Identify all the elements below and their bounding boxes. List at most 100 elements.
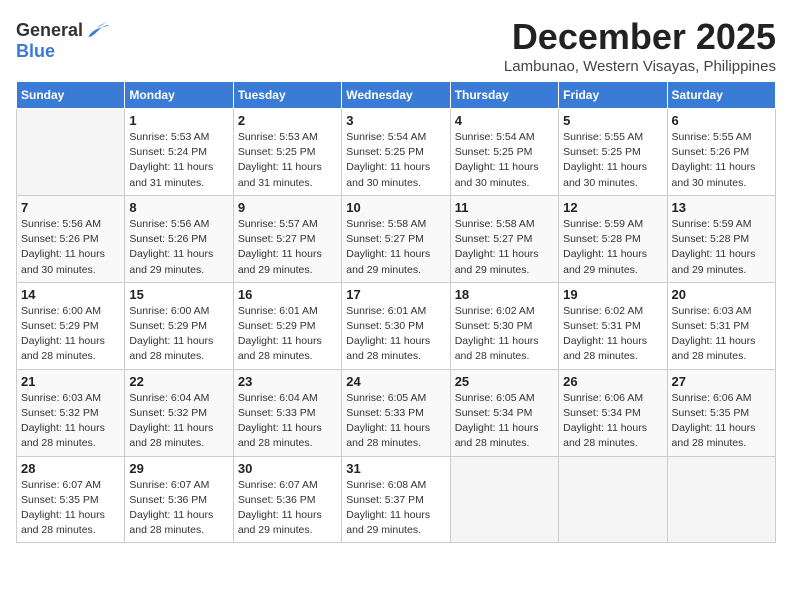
day-cell: 16 Sunrise: 6:01 AM Sunset: 5:29 PM Dayli… [233,282,341,369]
day-cell: 14 Sunrise: 6:00 AM Sunset: 5:29 PM Dayli… [17,282,125,369]
day-number: 10 [346,200,445,215]
day-cell: 27 Sunrise: 6:06 AM Sunset: 5:35 PM Dayli… [667,369,775,456]
day-number: 30 [238,461,337,476]
day-info: Sunrise: 5:59 AM Sunset: 5:28 PM Dayligh… [672,217,771,278]
day-info: Sunrise: 6:07 AM Sunset: 5:36 PM Dayligh… [129,478,228,539]
day-cell: 6 Sunrise: 5:55 AM Sunset: 5:26 PM Daylig… [667,109,775,196]
day-cell: 31Sunrise: 6:08 AM Sunset: 5:37 PM Dayli… [342,456,450,543]
day-number: 25 [455,374,554,389]
day-cell: 19Sunrise: 6:02 AM Sunset: 5:31 PM Dayli… [559,282,667,369]
day-info: Sunrise: 6:04 AM Sunset: 5:33 PM Dayligh… [238,391,337,452]
logo-blue-text: Blue [16,41,55,62]
day-cell [17,109,125,196]
day-number: 4 [455,113,554,128]
day-cell: 22 Sunrise: 6:04 AM Sunset: 5:32 PM Dayli… [125,369,233,456]
calendar-header: SundayMondayTuesdayWednesdayThursdayFrid… [17,82,776,109]
day-cell [559,456,667,543]
day-cell: 3 Sunrise: 5:54 AM Sunset: 5:25 PM Daylig… [342,109,450,196]
day-number: 17 [346,287,445,302]
day-cell: 5 Sunrise: 5:55 AM Sunset: 5:25 PM Daylig… [559,109,667,196]
week-row-5: 28Sunrise: 6:07 AM Sunset: 5:35 PM Dayli… [17,456,776,543]
day-info: Sunrise: 6:01 AM Sunset: 5:29 PM Dayligh… [238,304,337,365]
day-number: 24 [346,374,445,389]
day-cell: 17 Sunrise: 6:01 AM Sunset: 5:30 PM Dayli… [342,282,450,369]
day-info: Sunrise: 6:05 AM Sunset: 5:33 PM Dayligh… [346,391,445,452]
day-number: 23 [238,374,337,389]
day-number: 8 [129,200,228,215]
day-info: Sunrise: 6:00 AM Sunset: 5:29 PM Dayligh… [129,304,228,365]
day-cell: 23 Sunrise: 6:04 AM Sunset: 5:33 PM Dayli… [233,369,341,456]
day-cell: 29 Sunrise: 6:07 AM Sunset: 5:36 PM Dayli… [125,456,233,543]
day-info: Sunrise: 5:58 AM Sunset: 5:27 PM Dayligh… [455,217,554,278]
day-info: Sunrise: 5:57 AM Sunset: 5:27 PM Dayligh… [238,217,337,278]
day-cell: 30Sunrise: 6:07 AM Sunset: 5:36 PM Dayli… [233,456,341,543]
day-number: 11 [455,200,554,215]
calendar-table: SundayMondayTuesdayWednesdayThursdayFrid… [16,81,776,543]
day-info: Sunrise: 5:53 AM Sunset: 5:24 PM Dayligh… [129,130,228,191]
day-number: 3 [346,113,445,128]
day-number: 22 [129,374,228,389]
day-info: Sunrise: 6:01 AM Sunset: 5:30 PM Dayligh… [346,304,445,365]
calendar-body: 1 Sunrise: 5:53 AM Sunset: 5:24 PM Daylig… [17,109,776,543]
day-info: Sunrise: 6:02 AM Sunset: 5:30 PM Dayligh… [455,304,554,365]
day-number: 27 [672,374,771,389]
day-info: Sunrise: 5:56 AM Sunset: 5:26 PM Dayligh… [129,217,228,278]
day-cell: 21Sunrise: 6:03 AM Sunset: 5:32 PM Dayli… [17,369,125,456]
day-number: 12 [563,200,662,215]
day-info: Sunrise: 5:54 AM Sunset: 5:25 PM Dayligh… [455,130,554,191]
logo-general-text: General [16,20,83,41]
day-cell: 11 Sunrise: 5:58 AM Sunset: 5:27 PM Dayli… [450,195,558,282]
day-number: 16 [238,287,337,302]
day-cell: 10 Sunrise: 5:58 AM Sunset: 5:27 PM Dayli… [342,195,450,282]
day-cell: 26Sunrise: 6:06 AM Sunset: 5:34 PM Dayli… [559,369,667,456]
day-cell: 25Sunrise: 6:05 AM Sunset: 5:34 PM Dayli… [450,369,558,456]
day-number: 1 [129,113,228,128]
day-cell [450,456,558,543]
header-cell-thursday: Thursday [450,82,558,109]
day-cell: 20Sunrise: 6:03 AM Sunset: 5:31 PM Dayli… [667,282,775,369]
day-info: Sunrise: 6:02 AM Sunset: 5:31 PM Dayligh… [563,304,662,365]
day-number: 6 [672,113,771,128]
day-number: 28 [21,461,120,476]
header-cell-tuesday: Tuesday [233,82,341,109]
logo-bird-icon [85,21,109,41]
week-row-1: 1 Sunrise: 5:53 AM Sunset: 5:24 PM Daylig… [17,109,776,196]
logo: General Blue [16,20,109,62]
day-number: 14 [21,287,120,302]
day-number: 29 [129,461,228,476]
day-cell: 13Sunrise: 5:59 AM Sunset: 5:28 PM Dayli… [667,195,775,282]
day-number: 31 [346,461,445,476]
title-block: December 2025 Lambunao, Western Visayas,… [504,16,776,75]
day-cell: 18 Sunrise: 6:02 AM Sunset: 5:30 PM Dayli… [450,282,558,369]
week-row-2: 7 Sunrise: 5:56 AM Sunset: 5:26 PM Daylig… [17,195,776,282]
header-cell-wednesday: Wednesday [342,82,450,109]
day-number: 7 [21,200,120,215]
day-number: 9 [238,200,337,215]
day-info: Sunrise: 5:54 AM Sunset: 5:25 PM Dayligh… [346,130,445,191]
day-info: Sunrise: 6:04 AM Sunset: 5:32 PM Dayligh… [129,391,228,452]
header-cell-saturday: Saturday [667,82,775,109]
day-cell: 12 Sunrise: 5:59 AM Sunset: 5:28 PM Dayli… [559,195,667,282]
day-cell [667,456,775,543]
day-info: Sunrise: 5:58 AM Sunset: 5:27 PM Dayligh… [346,217,445,278]
day-cell: 2 Sunrise: 5:53 AM Sunset: 5:25 PM Daylig… [233,109,341,196]
day-info: Sunrise: 6:00 AM Sunset: 5:29 PM Dayligh… [21,304,120,365]
day-info: Sunrise: 5:59 AM Sunset: 5:28 PM Dayligh… [563,217,662,278]
day-info: Sunrise: 5:55 AM Sunset: 5:25 PM Dayligh… [563,130,662,191]
day-cell: 1 Sunrise: 5:53 AM Sunset: 5:24 PM Daylig… [125,109,233,196]
day-number: 2 [238,113,337,128]
day-cell: 15 Sunrise: 6:00 AM Sunset: 5:29 PM Dayli… [125,282,233,369]
day-info: Sunrise: 5:55 AM Sunset: 5:26 PM Dayligh… [672,130,771,191]
month-title: December 2025 [504,16,776,58]
header-cell-sunday: Sunday [17,82,125,109]
day-info: Sunrise: 5:53 AM Sunset: 5:25 PM Dayligh… [238,130,337,191]
day-number: 5 [563,113,662,128]
day-cell: 28Sunrise: 6:07 AM Sunset: 5:35 PM Dayli… [17,456,125,543]
day-info: Sunrise: 6:06 AM Sunset: 5:35 PM Dayligh… [672,391,771,452]
day-number: 18 [455,287,554,302]
day-number: 15 [129,287,228,302]
day-cell: 24 Sunrise: 6:05 AM Sunset: 5:33 PM Dayli… [342,369,450,456]
header-cell-friday: Friday [559,82,667,109]
day-number: 26 [563,374,662,389]
header-row: SundayMondayTuesdayWednesdayThursdayFrid… [17,82,776,109]
